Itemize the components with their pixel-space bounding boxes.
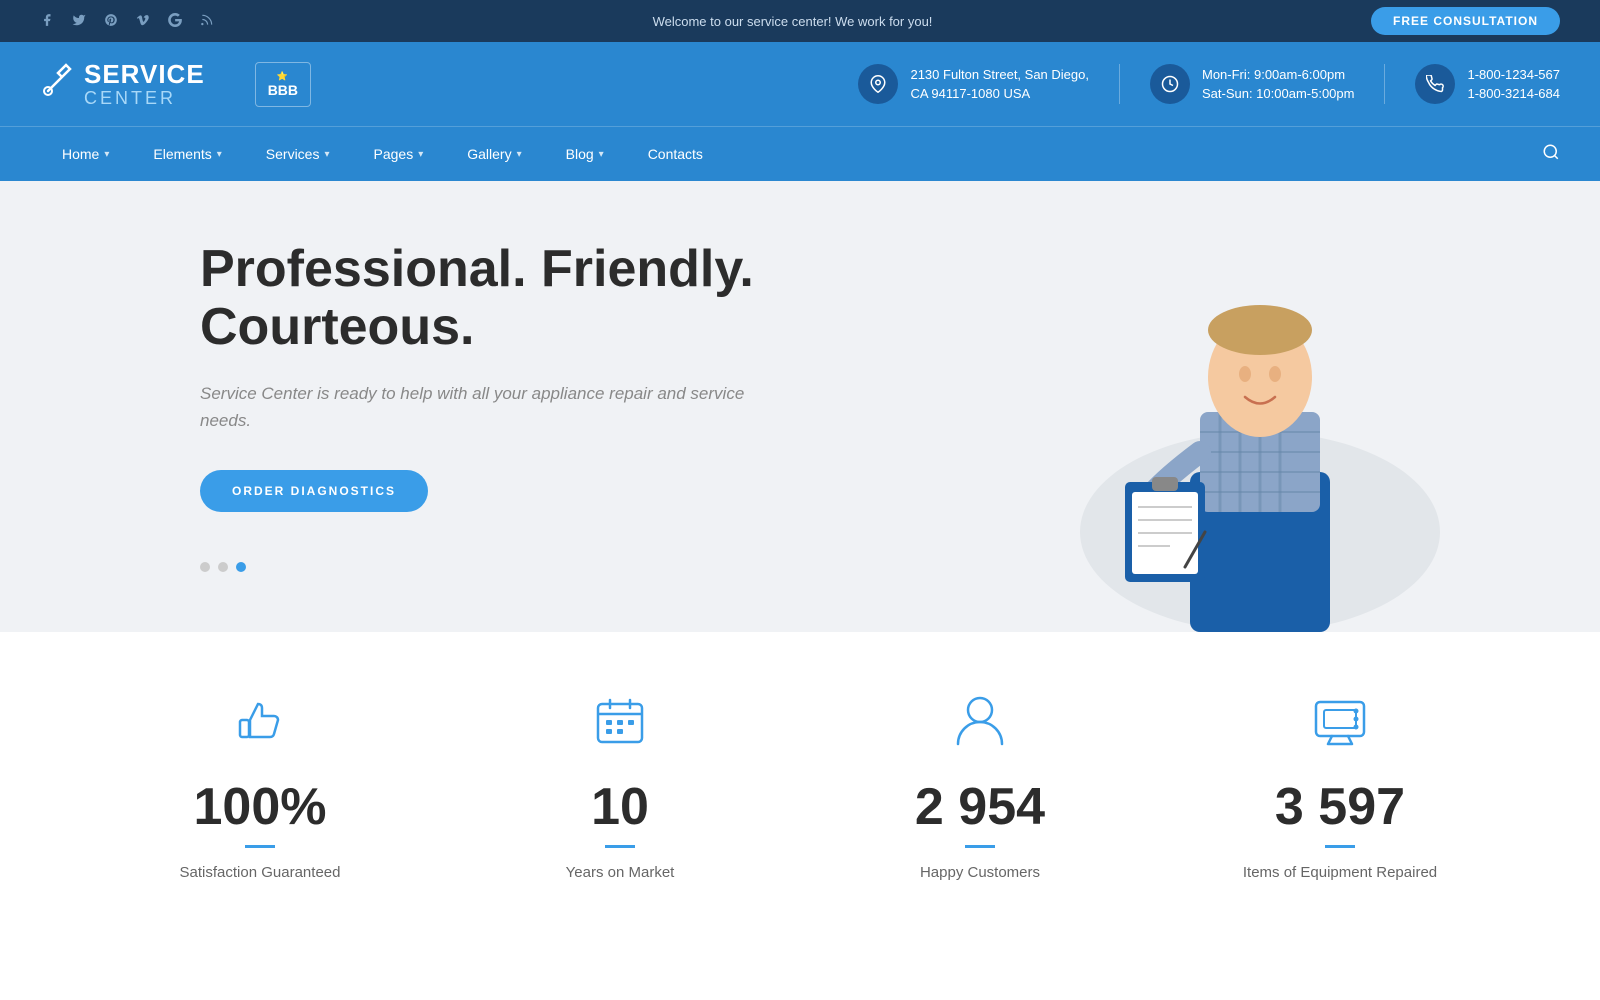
vimeo-link[interactable] [136, 13, 150, 30]
person-icon [800, 692, 1160, 761]
header-info: 2130 Fulton Street, San Diego, CA 94117-… [858, 64, 1560, 104]
welcome-text: Welcome to our service center! We work f… [653, 14, 933, 29]
hours-info: Mon-Fri: 9:00am-6:00pm Sat-Sun: 10:00am-… [1150, 64, 1354, 104]
slider-dots [200, 562, 760, 572]
location-icon [858, 64, 898, 104]
divider-2 [1384, 64, 1385, 104]
stat-label-customers: Happy Customers [800, 864, 1160, 881]
order-diagnostics-button[interactable]: ORDER DIAGNOSTICS [200, 470, 428, 512]
rss-link[interactable] [200, 13, 214, 30]
phone-info: 1-800-1234-567 1-800-3214-684 [1415, 64, 1560, 104]
social-links [40, 13, 214, 30]
chevron-down-icon: ▾ [217, 149, 222, 160]
stat-number-years: 10 [440, 781, 800, 833]
bbb-badge: ⭐ BBB [255, 62, 311, 107]
slide-dot-3[interactable] [236, 562, 246, 572]
address-line2: CA 94117-1080 USA [910, 84, 1089, 104]
main-nav: Home ▾ Elements ▾ Services ▾ Pages ▾ Gal… [0, 126, 1600, 181]
twitter-link[interactable] [72, 13, 86, 30]
stats-section: 100% Satisfaction Guaranteed 10 Years on… [0, 632, 1600, 931]
hero-title: Professional. Friendly. Courteous. [200, 241, 760, 355]
chevron-down-icon: ▾ [517, 149, 522, 160]
stat-divider [965, 845, 995, 848]
phone-line1: 1-800-1234-567 [1467, 65, 1560, 85]
address-line1: 2130 Fulton Street, San Diego, [910, 65, 1089, 85]
hero-content: Professional. Friendly. Courteous. Servi… [200, 241, 760, 572]
clock-icon [1150, 64, 1190, 104]
address-info: 2130 Fulton Street, San Diego, CA 94117-… [858, 64, 1089, 104]
stat-equipment: 3 597 Items of Equipment Repaired [1160, 692, 1520, 881]
logo-service: SERVICE [84, 60, 205, 89]
nav-services[interactable]: Services ▾ [244, 127, 352, 182]
hero-image [1020, 181, 1500, 632]
logo-center: CENTER [84, 89, 205, 109]
technician-illustration [1070, 212, 1450, 632]
stat-divider [1325, 845, 1355, 848]
facebook-link[interactable] [40, 13, 54, 30]
google-link[interactable] [168, 13, 182, 30]
phone-icon [1415, 64, 1455, 104]
nav-items: Home ▾ Elements ▾ Services ▾ Pages ▾ Gal… [40, 127, 1542, 182]
logo[interactable]: SERVICE CENTER [40, 60, 205, 108]
phone-line2: 1-800-3214-684 [1467, 84, 1560, 104]
nav-blog[interactable]: Blog ▾ [544, 127, 626, 182]
nav-gallery[interactable]: Gallery ▾ [445, 127, 543, 182]
chevron-down-icon: ▾ [418, 149, 423, 160]
stat-label-years: Years on Market [440, 864, 800, 881]
stat-customers: 2 954 Happy Customers [800, 692, 1160, 881]
site-header: SERVICE CENTER ⭐ BBB 2130 Fulton Street,… [0, 42, 1600, 126]
stat-label-satisfaction: Satisfaction Guaranteed [80, 864, 440, 881]
top-bar: Welcome to our service center! We work f… [0, 0, 1600, 42]
address-text: 2130 Fulton Street, San Diego, CA 94117-… [910, 65, 1089, 104]
hero-subtitle: Service Center is ready to help with all… [200, 380, 760, 434]
phone-text: 1-800-1234-567 1-800-3214-684 [1467, 65, 1560, 104]
stat-number-customers: 2 954 [800, 781, 1160, 833]
free-consultation-button[interactable]: FREE CONSULTATION [1371, 7, 1560, 35]
slide-dot-1[interactable] [200, 562, 210, 572]
nav-contacts[interactable]: Contacts [626, 127, 725, 182]
logo-icon [40, 63, 76, 106]
slide-dot-2[interactable] [218, 562, 228, 572]
nav-elements[interactable]: Elements ▾ [131, 127, 243, 182]
chevron-down-icon: ▾ [599, 149, 604, 160]
stat-number-equipment: 3 597 [1160, 781, 1520, 833]
hours-line2: Sat-Sun: 10:00am-5:00pm [1202, 84, 1354, 104]
bbb-label: BBB [268, 82, 298, 98]
search-icon[interactable] [1542, 143, 1560, 166]
pinterest-link[interactable] [104, 13, 118, 30]
stat-label-equipment: Items of Equipment Repaired [1160, 864, 1520, 881]
logo-text: SERVICE CENTER [84, 60, 205, 108]
hours-text: Mon-Fri: 9:00am-6:00pm Sat-Sun: 10:00am-… [1202, 65, 1354, 104]
divider-1 [1119, 64, 1120, 104]
calendar-icon [440, 692, 800, 761]
stat-years: 10 Years on Market [440, 692, 800, 881]
stat-satisfaction: 100% Satisfaction Guaranteed [80, 692, 440, 881]
tv-icon [1160, 692, 1520, 761]
chevron-down-icon: ▾ [104, 149, 109, 160]
chevron-down-icon: ▾ [324, 149, 329, 160]
thumbs-up-icon [80, 692, 440, 761]
stat-number-satisfaction: 100% [80, 781, 440, 833]
hours-line1: Mon-Fri: 9:00am-6:00pm [1202, 65, 1354, 85]
stat-divider [605, 845, 635, 848]
nav-pages[interactable]: Pages ▾ [352, 127, 446, 182]
nav-home[interactable]: Home ▾ [40, 127, 131, 182]
stat-divider [245, 845, 275, 848]
hero-section: Professional. Friendly. Courteous. Servi… [0, 181, 1600, 632]
